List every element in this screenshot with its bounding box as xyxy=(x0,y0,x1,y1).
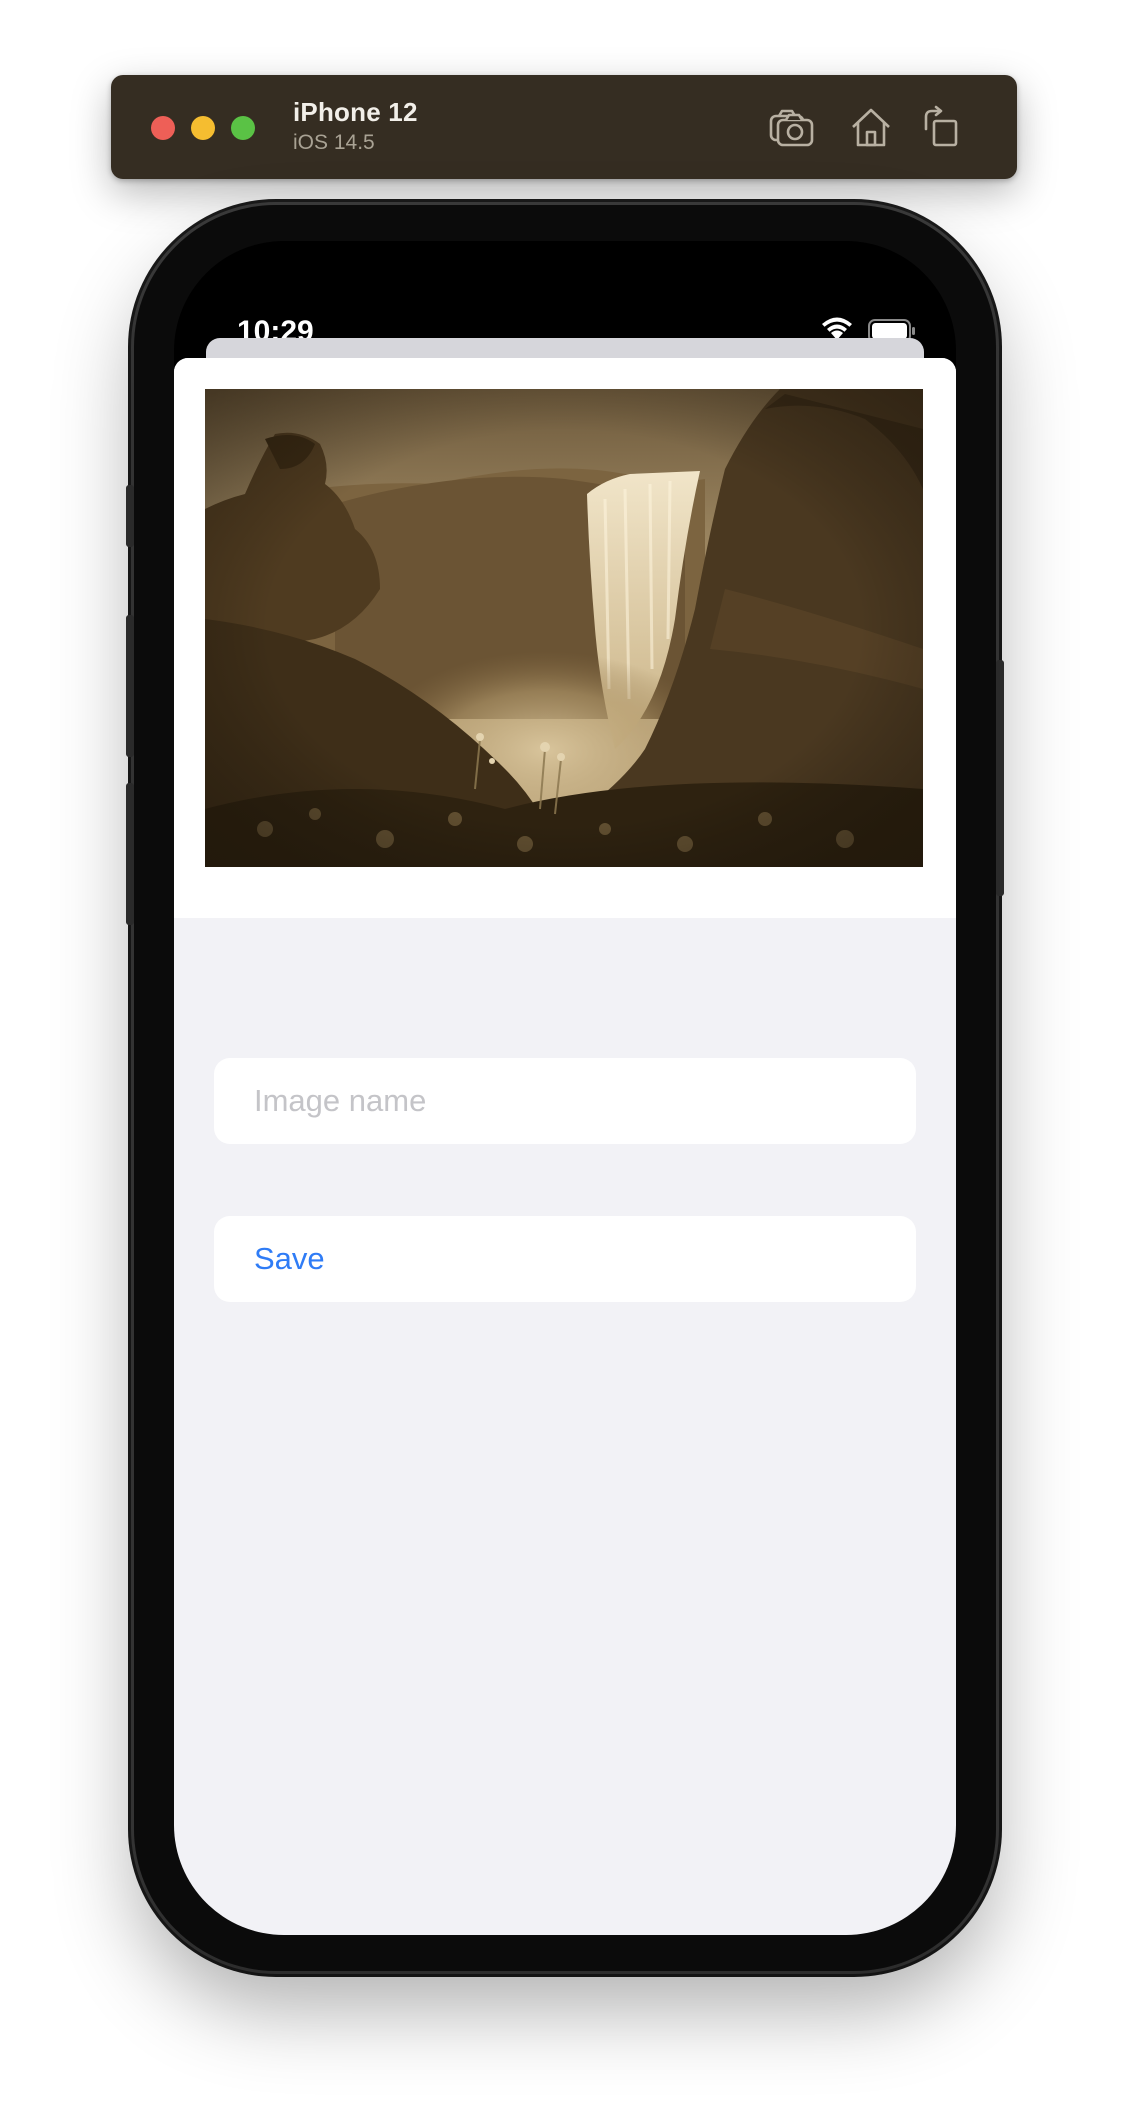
zoom-window-button[interactable] xyxy=(231,116,255,140)
volume-up-button xyxy=(126,615,134,757)
simulator-toolbar: iPhone 12 iOS 14.5 xyxy=(111,75,1017,179)
home-icon[interactable] xyxy=(847,105,895,149)
mute-switch xyxy=(126,485,134,547)
device-name: iPhone 12 xyxy=(293,97,418,127)
power-button xyxy=(996,660,1004,896)
image-name-input[interactable] xyxy=(214,1058,916,1144)
rotate-icon[interactable] xyxy=(918,105,966,149)
phone-screen: 10:29 Image name Save xyxy=(174,241,956,1935)
volume-down-button xyxy=(126,783,134,925)
save-button[interactable]: Save xyxy=(214,1216,916,1302)
image-preview-panel xyxy=(174,358,956,918)
os-version: iOS 14.5 xyxy=(293,131,375,154)
iphone-frame: 10:29 Image name Save xyxy=(126,205,1004,1971)
simulator-window: iPhone 12 iOS 14.5 10:29 Image name Save xyxy=(0,0,1128,2124)
image-edit-sheet: Save xyxy=(174,358,956,1935)
close-window-button[interactable] xyxy=(151,116,175,140)
save-button-label: Save xyxy=(254,1241,325,1276)
waterfall-photo xyxy=(205,389,923,867)
screenshot-icon[interactable] xyxy=(768,105,816,149)
minimize-window-button[interactable] xyxy=(191,116,215,140)
